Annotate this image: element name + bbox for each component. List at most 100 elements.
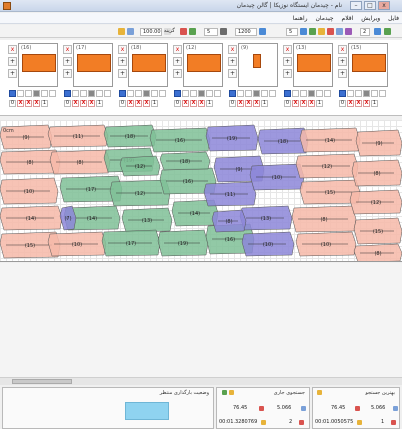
piece-preview[interactable]: (17) bbox=[73, 43, 113, 87]
rotate-disabled-icon[interactable]: X bbox=[300, 100, 307, 107]
remove-piece-button[interactable]: x bbox=[173, 45, 182, 54]
menu-help[interactable]: راهنما bbox=[290, 13, 311, 24]
option-toggle[interactable] bbox=[269, 90, 276, 97]
rotate-disabled-icon[interactable]: X bbox=[25, 100, 32, 107]
arrow-icon[interactable] bbox=[220, 28, 227, 35]
add-piece-button[interactable]: + bbox=[63, 57, 72, 66]
option-toggle[interactable] bbox=[379, 90, 386, 97]
option-toggle[interactable] bbox=[371, 90, 378, 97]
marker-piece[interactable]: (18) bbox=[103, 124, 157, 148]
rotate-disabled-icon[interactable]: X bbox=[355, 100, 362, 107]
close-button[interactable]: x bbox=[378, 1, 390, 10]
marker-piece[interactable]: (10) bbox=[241, 231, 295, 257]
piece-preview[interactable]: (16) bbox=[18, 43, 58, 87]
menu-layout[interactable]: چیدمان bbox=[312, 13, 336, 24]
option-toggle[interactable] bbox=[9, 90, 16, 97]
rotate-disabled-icon[interactable]: X bbox=[72, 100, 79, 107]
menu-file[interactable]: فایل bbox=[385, 13, 402, 24]
option-toggle[interactable] bbox=[143, 90, 150, 97]
option-toggle[interactable] bbox=[190, 90, 197, 97]
option-toggle[interactable] bbox=[88, 90, 95, 97]
grid-icon[interactable] bbox=[300, 28, 307, 35]
piece-card[interactable]: (12) x + +0 X X X 1 bbox=[173, 43, 223, 111]
option-toggle[interactable] bbox=[339, 90, 346, 97]
marker-piece[interactable]: (9) bbox=[355, 129, 402, 157]
run-icon[interactable] bbox=[384, 28, 391, 35]
piece-card[interactable]: (17) x + +0 X X X 1 bbox=[63, 43, 113, 111]
menu-items[interactable]: اقلام bbox=[339, 13, 357, 24]
piece-card[interactable]: (13) x + +0 X X X 1 bbox=[283, 43, 333, 111]
marker-piece[interactable]: (12) bbox=[109, 179, 171, 207]
option-toggle[interactable] bbox=[206, 90, 213, 97]
rotate-disabled-icon[interactable]: X bbox=[143, 100, 150, 107]
option-toggle[interactable] bbox=[229, 90, 236, 97]
quantity-field[interactable]: 5 bbox=[204, 28, 218, 36]
maximize-button[interactable]: □ bbox=[364, 1, 376, 10]
marker-piece[interactable]: (8) bbox=[351, 159, 402, 187]
option-toggle[interactable] bbox=[300, 90, 307, 97]
piece-card[interactable]: (16) x + +0 X X X 1 bbox=[8, 43, 58, 111]
piece-count-b[interactable]: 1 bbox=[316, 100, 323, 107]
marker-piece[interactable]: (19) bbox=[205, 124, 259, 152]
remove-piece-button[interactable]: x bbox=[63, 45, 72, 54]
piece-count-a[interactable]: 0 bbox=[339, 100, 346, 107]
marker-piece[interactable]: (13) bbox=[121, 207, 173, 233]
rotate-disabled-icon[interactable]: X bbox=[182, 100, 189, 107]
rotate-disabled-icon[interactable]: X bbox=[363, 100, 370, 107]
horizontal-scrollbar[interactable] bbox=[0, 377, 402, 385]
marker-piece[interactable]: (8) bbox=[49, 149, 111, 175]
zoom-field[interactable]: 100.00 bbox=[140, 28, 162, 36]
rotate-disabled-icon[interactable]: X bbox=[33, 100, 40, 107]
layout-icon[interactable] bbox=[345, 28, 352, 35]
marker-piece[interactable]: (19) bbox=[157, 229, 209, 257]
marker-piece[interactable]: (10) bbox=[47, 231, 107, 257]
rotate-disabled-icon[interactable]: X bbox=[347, 100, 354, 107]
rotate-disabled-icon[interactable]: X bbox=[198, 100, 205, 107]
add-piece-button[interactable]: + bbox=[228, 57, 237, 66]
undo-icon[interactable] bbox=[327, 28, 334, 35]
rotate-disabled-icon[interactable]: X bbox=[292, 100, 299, 107]
option-toggle[interactable] bbox=[324, 90, 331, 97]
remove-piece-button[interactable]: x bbox=[118, 45, 127, 54]
piece-count-b[interactable]: 1 bbox=[206, 100, 213, 107]
marker-piece[interactable]: (11) bbox=[203, 181, 257, 207]
add-piece-button[interactable]: + bbox=[118, 69, 127, 78]
piece-count-a[interactable]: 0 bbox=[119, 100, 126, 107]
marker-piece[interactable]: (10) bbox=[249, 163, 305, 191]
marker-piece[interactable]: (13) bbox=[239, 205, 293, 231]
option-toggle[interactable] bbox=[214, 90, 221, 97]
option-toggle[interactable] bbox=[33, 90, 40, 97]
option-toggle[interactable] bbox=[355, 90, 362, 97]
next-icon[interactable] bbox=[374, 28, 381, 35]
add-piece-button[interactable]: + bbox=[173, 69, 182, 78]
add-piece-button[interactable]: + bbox=[8, 57, 17, 66]
option-toggle[interactable] bbox=[49, 90, 56, 97]
rotate-disabled-icon[interactable]: X bbox=[127, 100, 134, 107]
add-piece-button[interactable]: + bbox=[338, 57, 347, 66]
option-toggle[interactable] bbox=[25, 90, 32, 97]
option-toggle[interactable] bbox=[308, 90, 315, 97]
add-piece-button[interactable]: + bbox=[338, 69, 347, 78]
add-piece-button[interactable]: + bbox=[283, 57, 292, 66]
piece-count-a[interactable]: 0 bbox=[284, 100, 291, 107]
add-piece-button[interactable]: + bbox=[63, 69, 72, 78]
piece-preview[interactable]: (9) bbox=[238, 43, 278, 87]
option-toggle[interactable] bbox=[159, 90, 166, 97]
pencil-icon[interactable] bbox=[118, 28, 125, 35]
piece-count-b[interactable]: 1 bbox=[96, 100, 103, 107]
marker-piece[interactable]: (14) bbox=[299, 127, 361, 153]
length-field[interactable]: 1200 bbox=[235, 28, 257, 36]
rotate-disabled-icon[interactable]: X bbox=[237, 100, 244, 107]
remove-piece-button[interactable]: x bbox=[338, 45, 347, 54]
option-toggle[interactable] bbox=[80, 90, 87, 97]
rotate-disabled-icon[interactable]: X bbox=[190, 100, 197, 107]
option-toggle[interactable] bbox=[237, 90, 244, 97]
rotate-disabled-icon[interactable]: X bbox=[88, 100, 95, 107]
piece-count-a[interactable]: 0 bbox=[174, 100, 181, 107]
piece-card[interactable]: (9) x + +0 X X X 1 bbox=[228, 43, 278, 111]
add-piece-button[interactable]: + bbox=[8, 69, 17, 78]
option-toggle[interactable] bbox=[104, 90, 111, 97]
option-toggle[interactable] bbox=[174, 90, 181, 97]
piece-preview[interactable]: (15) bbox=[348, 43, 388, 87]
piece-count-a[interactable]: 0 bbox=[229, 100, 236, 107]
